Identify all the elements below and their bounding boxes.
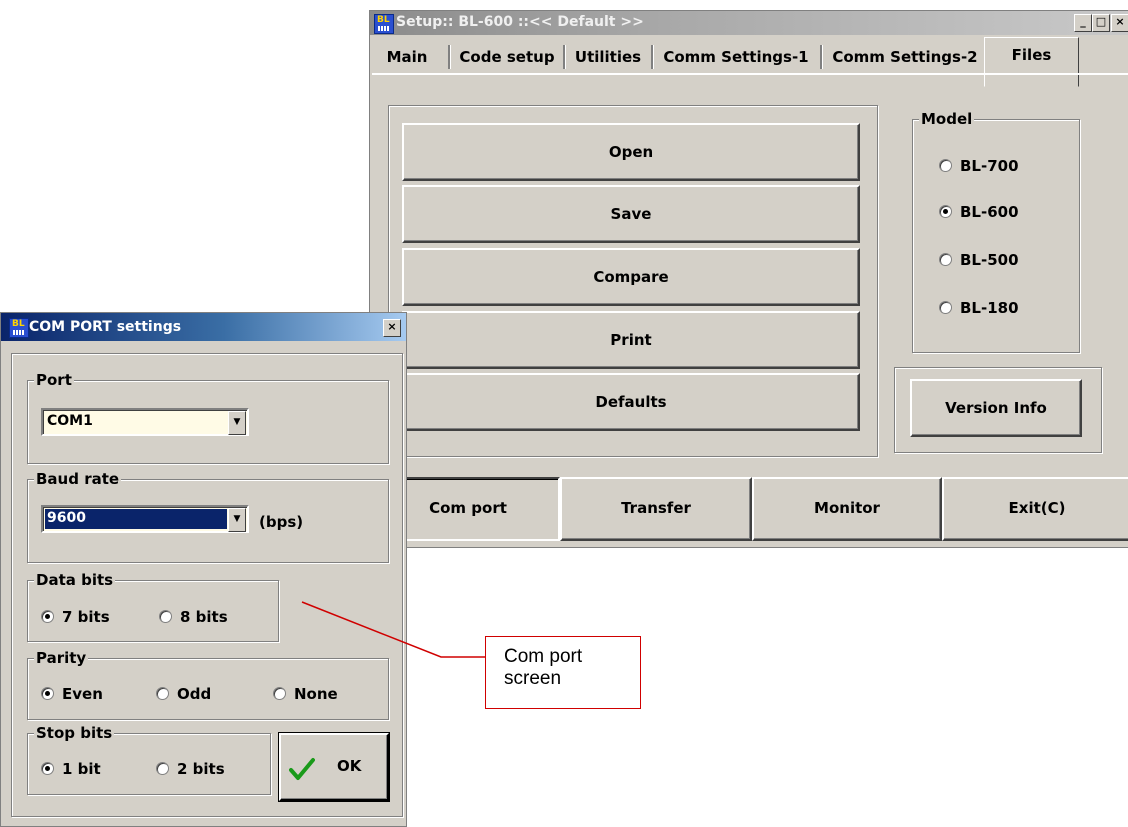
callout-text-line-2: screen xyxy=(504,668,562,689)
callout-box: Com port screen xyxy=(485,636,641,709)
callout-text-line-1: Com port xyxy=(504,646,583,667)
